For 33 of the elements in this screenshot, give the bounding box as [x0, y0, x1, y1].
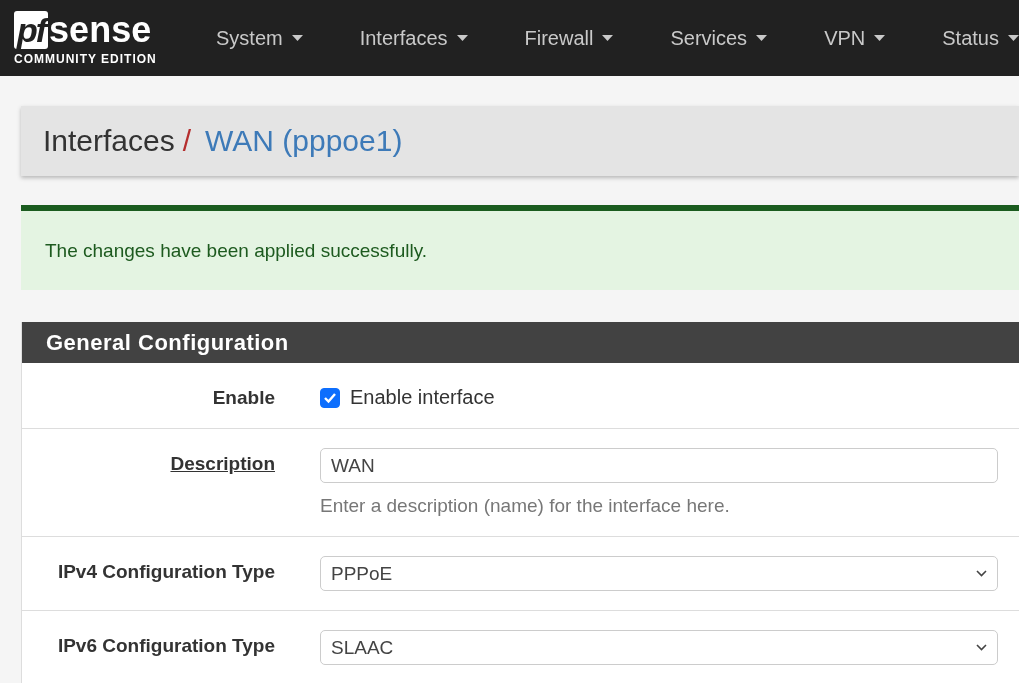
caret-icon [874, 35, 886, 41]
caret-icon [291, 35, 303, 41]
field-label[interactable]: Description [170, 453, 275, 474]
nav-menu[interactable]: Firewall [524, 26, 642, 50]
select-dropdown[interactable]: PPPoE [320, 556, 998, 591]
alert-message: The changes have been applied successfully. [45, 239, 427, 262]
caret-icon [756, 35, 768, 41]
nav-menu[interactable]: Services [670, 26, 796, 50]
chevron-down-icon [976, 570, 987, 577]
checkbox-label: Enable interface [350, 386, 495, 409]
description-input[interactable]: WAN [320, 448, 998, 483]
chevron-down-icon [976, 644, 987, 651]
select-dropdown[interactable]: SLAAC [320, 630, 998, 665]
breadcrumb-link[interactable]: WAN (pppoe1) [205, 124, 403, 158]
caret-icon [1007, 35, 1019, 41]
field-label: IPv4 Configuration Type [57, 561, 275, 582]
logo-mark: pf [14, 10, 49, 49]
breadcrumb-parent: Interfaces [43, 124, 175, 158]
checkmark-icon [323, 391, 337, 404]
field-label: IPv6 Configuration Type [57, 635, 275, 656]
nav-menu[interactable]: Interfaces [359, 26, 496, 50]
field-label: Enable [212, 387, 275, 408]
nav-menu[interactable]: VPN [824, 26, 914, 50]
checkbox[interactable] [320, 387, 340, 408]
nav-menu[interactable]: System [216, 26, 331, 50]
nav-menu[interactable]: Status [942, 26, 1019, 50]
caret-icon [456, 35, 468, 41]
caret-icon [602, 35, 614, 41]
panel-title: General Configuration [46, 329, 289, 356]
edition-label: COMMUNITY EDITION [14, 51, 158, 66]
logo-text: sense [49, 10, 152, 49]
breadcrumb-separator: / [182, 124, 192, 158]
help-text: Enter a description (name) for the interface here. [320, 495, 731, 517]
